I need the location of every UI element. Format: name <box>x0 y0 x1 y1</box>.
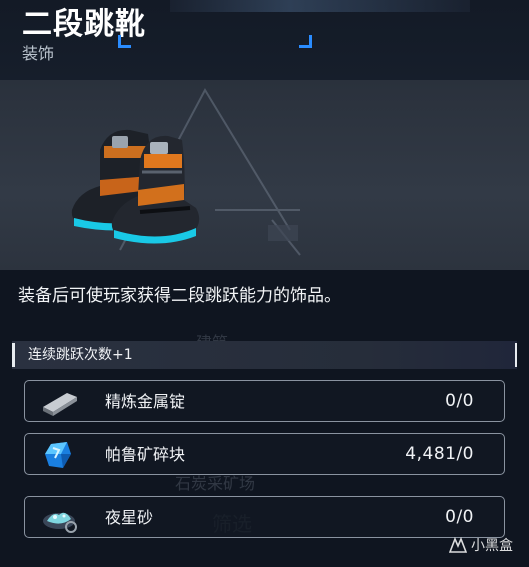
bg-stone-label: 石炭采矿场 <box>175 474 256 493</box>
boots-icon <box>71 129 200 244</box>
focus-bracket-right <box>299 35 312 48</box>
material-count: 0/0 <box>445 507 474 527</box>
material-name: 精炼金属锭 <box>105 392 186 411</box>
watermark: 小黑盒 <box>449 535 513 555</box>
material-count: 0/0 <box>445 391 474 411</box>
watermark-text: 小黑盒 <box>471 538 513 554</box>
night-star-sand-icon <box>43 512 77 533</box>
material-row-2[interactable]: 帕鲁矿碎块 4,481/0 <box>24 433 505 475</box>
pal-crystal-icon <box>45 442 71 468</box>
heybox-logo-icon <box>449 537 467 553</box>
metal-ingot-icon <box>43 393 77 416</box>
item-preview <box>0 80 529 270</box>
material-row-1[interactable]: 精炼金属锭 0/0 <box>24 380 505 422</box>
header-decor-strip <box>170 0 470 12</box>
preview-art <box>71 87 301 256</box>
focus-bracket-left <box>118 35 131 48</box>
effect-bar: 连续跳跃次数+1 <box>12 341 517 369</box>
material-row-3[interactable]: 夜星砂 0/0 <box>24 496 505 538</box>
item-description: 装备后可使玩家获得二段跳跃能力的饰品。 <box>18 286 341 306</box>
effect-left-edge <box>12 343 15 367</box>
item-detail-panel: 二段跳靴 装饰 装备后可使玩家获得二段跳跃能力的饰品。 石炭采矿场 连续跳跃次数… <box>0 0 529 567</box>
effect-text: 连续跳跃次数+1 <box>28 347 133 363</box>
item-category: 装饰 <box>22 44 55 63</box>
material-count: 4,481/0 <box>405 444 474 464</box>
effect-right-edge <box>515 343 517 367</box>
material-name: 夜星砂 <box>105 508 154 527</box>
material-name: 帕鲁矿碎块 <box>105 445 186 464</box>
item-header: 二段跳靴 装饰 <box>0 0 529 81</box>
